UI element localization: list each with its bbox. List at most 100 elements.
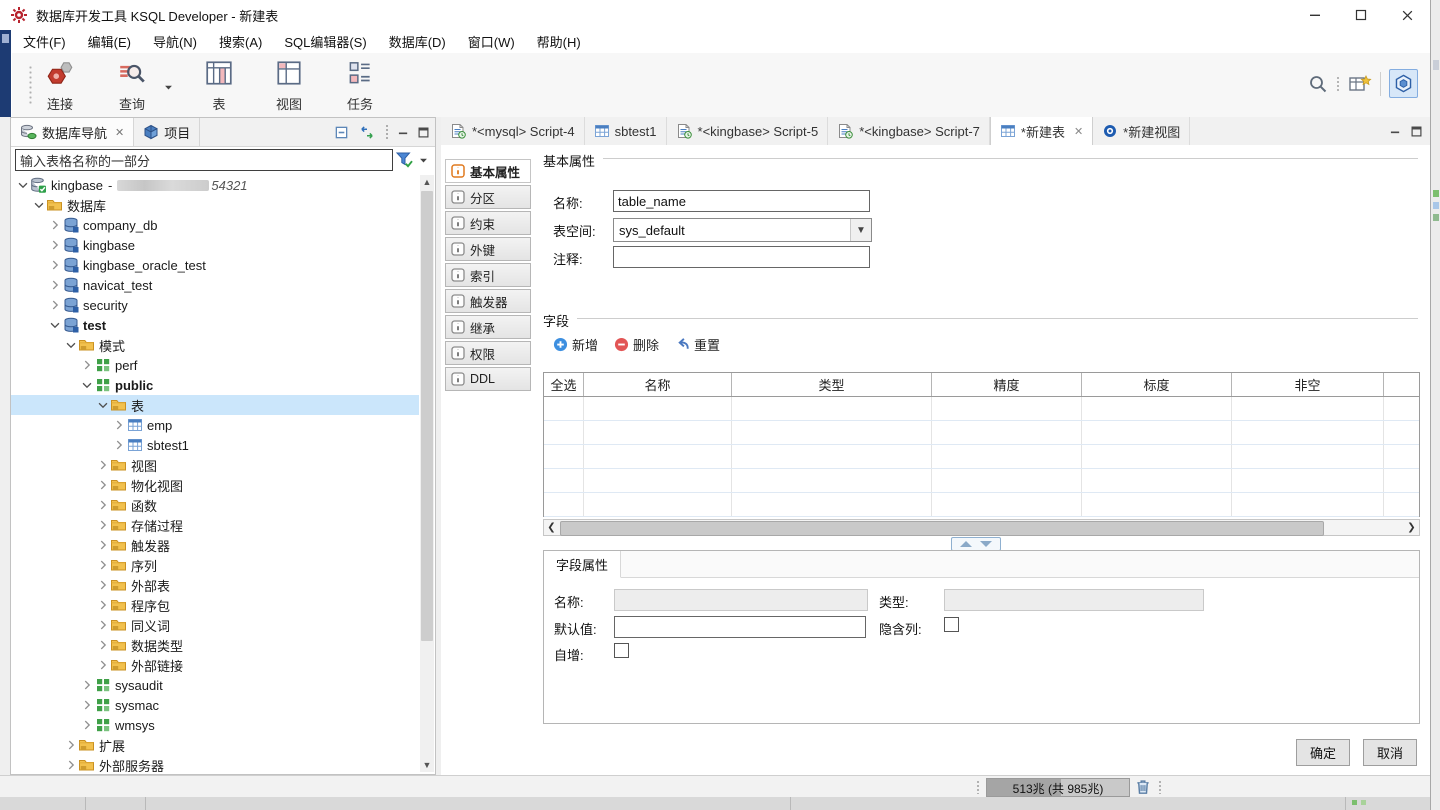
tree-item-perf[interactable]: perf [11, 355, 419, 375]
tablespace-select[interactable]: sys_default ▼ [613, 218, 872, 242]
search-icon[interactable] [1308, 74, 1328, 94]
comment-input[interactable] [613, 246, 870, 268]
fields-table[interactable]: 全选 名称 类型 精度 标度 非空 [543, 372, 1420, 517]
side-tab-触发器[interactable]: 触发器 [445, 289, 531, 313]
tree-item-emp[interactable]: emp [11, 415, 419, 435]
editor-tab-kingbaseScript-5[interactable]: *<kingbase> Script-5 [667, 117, 829, 145]
editor-tab-sbtest1[interactable]: sbtest1 [585, 117, 667, 145]
minimize-editor-icon[interactable] [1390, 126, 1401, 137]
hidden-column-checkbox[interactable] [944, 617, 959, 632]
view-menu-grip[interactable] [385, 124, 389, 140]
editor-tab-kingbaseScript-7[interactable]: *<kingbase> Script-7 [828, 117, 990, 145]
hscrollbar-thumb[interactable] [560, 521, 1324, 536]
tree-item-数据库[interactable]: 数据库 [11, 195, 419, 215]
tree-item-扩展[interactable]: 扩展 [11, 735, 419, 755]
toolbar-grip[interactable] [1336, 75, 1340, 92]
chevron-collapsed-icon[interactable] [47, 257, 62, 273]
menu-item-1[interactable]: 文件(F) [12, 30, 77, 53]
side-tab-外键[interactable]: 外键 [445, 237, 531, 261]
tree-item-函数[interactable]: 函数 [11, 495, 419, 515]
tree-item-存储过程[interactable]: 存储过程 [11, 515, 419, 535]
menu-item-6[interactable]: 数据库(D) [378, 30, 457, 53]
tree-item-物化视图[interactable]: 物化视图 [11, 475, 419, 495]
menu-item-4[interactable]: 搜索(A) [208, 30, 273, 53]
chevron-expanded-icon[interactable] [95, 397, 110, 413]
table-filter-input[interactable] [15, 149, 393, 171]
column-header-类型[interactable]: 类型 [732, 373, 932, 396]
chevron-expanded-icon[interactable] [47, 317, 62, 333]
tree-item-同义词[interactable]: 同义词 [11, 615, 419, 635]
menu-item-3[interactable]: 导航(N) [142, 30, 208, 53]
chevron-collapsed-icon[interactable] [95, 497, 110, 513]
autoincrement-checkbox[interactable] [614, 643, 629, 658]
tree-item-视图[interactable]: 视图 [11, 455, 419, 475]
chevron-collapsed-icon[interactable] [95, 537, 110, 553]
chevron-expanded-icon[interactable] [79, 377, 94, 393]
minimize-view-icon[interactable] [398, 127, 409, 138]
delete-field-button[interactable]: 删除 [614, 335, 659, 354]
scroll-right-icon[interactable]: ❯ [1404, 520, 1419, 535]
splitter-down-icon[interactable] [980, 541, 992, 547]
chevron-collapsed-icon[interactable] [95, 477, 110, 493]
close-icon[interactable]: ✕ [1074, 125, 1083, 138]
filter-dropdown-icon[interactable] [419, 156, 428, 165]
collapse-all-icon[interactable] [334, 125, 349, 140]
maximize-editor-icon[interactable] [1411, 126, 1422, 137]
side-tab-索引[interactable]: 索引 [445, 263, 531, 287]
side-tab-继承[interactable]: 继承 [445, 315, 531, 339]
window-close-button[interactable] [1384, 0, 1430, 30]
fields-hscrollbar[interactable]: ❮ ❯ [543, 519, 1420, 536]
navigator-tab-数据库导航[interactable]: 数据库导航 ✕ [11, 118, 135, 146]
tree-item-navicat_test[interactable]: navicat_test [11, 275, 419, 295]
chevron-down-icon[interactable]: ▼ [850, 219, 871, 241]
chevron-collapsed-icon[interactable] [79, 677, 94, 693]
chevron-collapsed-icon[interactable] [95, 517, 110, 533]
tree-item-test[interactable]: test [11, 315, 419, 335]
scroll-up-icon[interactable]: ▲ [420, 175, 434, 189]
chevron-collapsed-icon[interactable] [95, 597, 110, 613]
toolbar-查询-button[interactable]: 查询 [100, 58, 164, 113]
filter-icon[interactable] [395, 150, 414, 169]
chevron-collapsed-icon[interactable] [63, 757, 78, 772]
menu-item-8[interactable]: 帮助(H) [526, 30, 592, 53]
garbage-collect-icon[interactable] [1134, 778, 1152, 796]
chevron-collapsed-icon[interactable] [47, 237, 62, 253]
tree-item-kingbase_oracle_test[interactable]: kingbase_oracle_test [11, 255, 419, 275]
toolbar-视图-button[interactable]: 视图 [257, 58, 321, 113]
chevron-collapsed-icon[interactable] [79, 697, 94, 713]
chevron-collapsed-icon[interactable] [95, 557, 110, 573]
tree-item-wmsys[interactable]: wmsys [11, 715, 419, 735]
side-tab-DDL[interactable]: DDL [445, 367, 531, 391]
side-tab-权限[interactable]: 权限 [445, 341, 531, 365]
tree-item-security[interactable]: security [11, 295, 419, 315]
chevron-collapsed-icon[interactable] [47, 277, 62, 293]
window-minimize-button[interactable] [1292, 0, 1338, 30]
chevron-collapsed-icon[interactable] [63, 737, 78, 753]
chevron-expanded-icon[interactable] [15, 177, 30, 193]
column-header-非空[interactable]: 非空 [1232, 373, 1384, 396]
tree-item-数据类型[interactable]: 数据类型 [11, 635, 419, 655]
tree-item-程序包[interactable]: 程序包 [11, 595, 419, 615]
tree-scrollbar[interactable]: ▲ ▼ [420, 175, 434, 772]
chevron-collapsed-icon[interactable] [79, 357, 94, 373]
cancel-button[interactable]: 取消 [1363, 739, 1417, 766]
splitter-up-icon[interactable] [960, 541, 972, 547]
tree-item-kingbase[interactable]: kingbase [11, 235, 419, 255]
splitter-handle[interactable] [951, 537, 1001, 551]
chevron-collapsed-icon[interactable] [95, 577, 110, 593]
link-with-editor-icon[interactable] [358, 125, 376, 140]
prop-default-input[interactable] [614, 616, 866, 638]
chevron-collapsed-icon[interactable] [47, 217, 62, 233]
editor-tab-新建表[interactable]: *新建表 ✕ [989, 117, 1094, 145]
column-header-标度[interactable]: 标度 [1082, 373, 1232, 396]
tree-item-表[interactable]: 表 [11, 395, 419, 415]
tree-item-触发器[interactable]: 触发器 [11, 535, 419, 555]
scroll-down-icon[interactable]: ▼ [420, 758, 434, 772]
side-tab-基本属性[interactable]: 基本属性 [445, 159, 531, 183]
editor-tab-新建视图[interactable]: *新建视图 [1093, 117, 1191, 145]
tree-scrollbar-thumb[interactable] [421, 191, 433, 641]
editor-tab-mysqlScript-4[interactable]: *<mysql> Script-4 [441, 117, 585, 145]
ok-button[interactable]: 确定 [1296, 739, 1350, 766]
chevron-collapsed-icon[interactable] [95, 637, 110, 653]
reset-fields-button[interactable]: 重置 [675, 335, 720, 354]
